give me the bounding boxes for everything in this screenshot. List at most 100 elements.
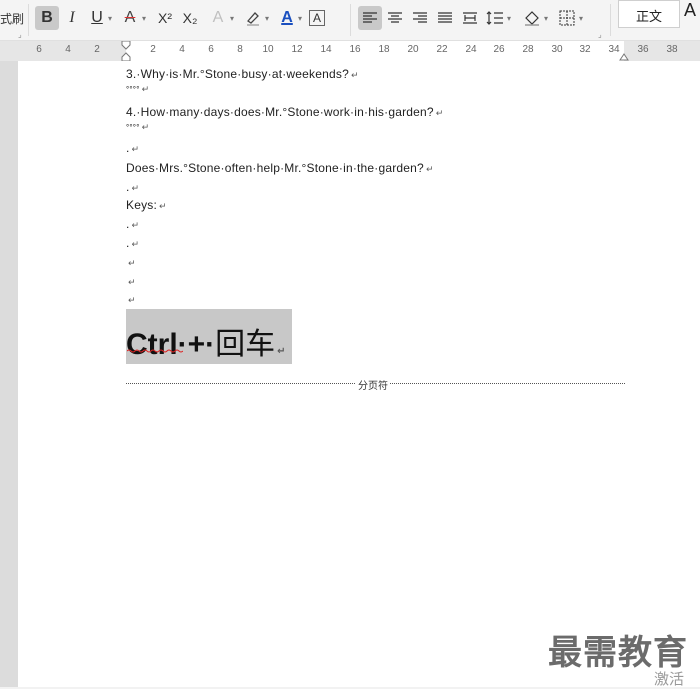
align-left-icon bbox=[363, 12, 377, 23]
ruler-tick: 2 bbox=[94, 44, 100, 55]
align-right-icon bbox=[413, 12, 427, 23]
doc-line[interactable]: ↵ bbox=[126, 274, 136, 288]
line-text: 4.·How·many·days·does·Mr.°Stone·work·in·… bbox=[126, 105, 434, 119]
italic-button[interactable]: I bbox=[60, 6, 84, 30]
doc-line[interactable]: . ↵ bbox=[126, 180, 139, 194]
style-heading-preview[interactable]: A bbox=[684, 0, 700, 28]
doc-line[interactable]: 4.·How·many·days·does·Mr.°Stone·work·in·… bbox=[126, 105, 444, 119]
doc-line[interactable]: ↵ bbox=[126, 292, 136, 306]
paragraph-mark: ↵ bbox=[128, 258, 136, 268]
doc-line[interactable]: 3.·Why·is·Mr.°Stone·busy·at·weekends? ↵ bbox=[126, 67, 359, 81]
align-right-button[interactable] bbox=[408, 6, 432, 30]
page-break-label: 分页符 bbox=[356, 377, 390, 392]
line-spacing-button[interactable] bbox=[483, 6, 507, 30]
paragraph-mark: ↵ bbox=[159, 201, 167, 211]
doc-line[interactable]: ↵ bbox=[126, 255, 136, 269]
page-break[interactable]: 分页符 bbox=[126, 377, 625, 392]
borders-icon bbox=[559, 10, 575, 26]
document-page[interactable]: 3.·Why·is·Mr.°Stone·busy·at·weekends? ↵ °… bbox=[18, 61, 700, 687]
justify-button[interactable] bbox=[433, 6, 457, 30]
ruler-tick: 28 bbox=[522, 44, 534, 55]
line-text: . bbox=[126, 180, 130, 194]
line-text: . bbox=[126, 141, 130, 155]
ruler-tick: 38 bbox=[666, 44, 678, 55]
underline-dropdown-icon[interactable]: ▾ bbox=[108, 14, 112, 23]
first-line-indent-marker[interactable] bbox=[121, 41, 131, 61]
subscript-button[interactable]: X₂ bbox=[178, 6, 202, 30]
horizontal-ruler[interactable]: 6 4 2 2 4 6 8 10 12 14 16 18 20 22 24 26… bbox=[0, 41, 700, 61]
paragraph-mark: ↵ bbox=[435, 108, 444, 118]
superscript-button[interactable]: X² bbox=[153, 6, 177, 30]
ruler-tick: 22 bbox=[436, 44, 448, 55]
borders-button[interactable] bbox=[555, 6, 579, 30]
line-text: 3.·Why·is·Mr.°Stone·busy·at·weekends? bbox=[126, 67, 349, 81]
formatting-toolbar: 式刷 ⌟ B I U ▾ A ▾ X² X₂ A ▾ ▾ A ▾ A ▾ ▾ ▾… bbox=[0, 0, 700, 41]
ruler-tick: 36 bbox=[637, 44, 649, 55]
enter-key-cn: 回车 bbox=[215, 327, 276, 362]
align-left-button[interactable] bbox=[358, 6, 382, 30]
ruler-tick: 14 bbox=[320, 44, 332, 55]
shading-dropdown-icon[interactable]: ▾ bbox=[544, 14, 548, 23]
distributed-button[interactable] bbox=[458, 6, 482, 30]
doc-line[interactable]: . ↵ bbox=[126, 217, 139, 231]
line-text: Does·Mrs.°Stone·often·help·Mr.°Stone·in·… bbox=[126, 161, 424, 175]
brand-watermark: 最需教育 bbox=[548, 633, 688, 673]
line-spacing-dropdown-icon[interactable]: ▾ bbox=[507, 14, 511, 23]
highlight-button[interactable] bbox=[241, 6, 265, 30]
corner-marker: ⌟ bbox=[18, 30, 22, 39]
character-border-button[interactable]: A bbox=[309, 10, 325, 26]
selected-text-highlight[interactable]: Ctrl·+·回车 ↵ bbox=[126, 309, 292, 364]
ruler-tick: 6 bbox=[208, 44, 214, 55]
ruler-tick: 20 bbox=[407, 44, 419, 55]
text-effect-button[interactable]: A bbox=[206, 6, 230, 30]
align-center-icon bbox=[388, 12, 402, 23]
paragraph-mark: ↵ bbox=[131, 144, 140, 154]
ruler-tick: 6 bbox=[36, 44, 42, 55]
text-effect-dropdown-icon[interactable]: ▾ bbox=[230, 14, 234, 23]
paragraph-mark: ↵ bbox=[131, 239, 140, 249]
highlighter-icon bbox=[247, 12, 259, 26]
paragraph-mark: ↵ bbox=[350, 70, 359, 80]
paragraph-mark: ↵ bbox=[141, 122, 150, 132]
ctrl-word: Ctrl bbox=[126, 328, 178, 361]
font-color-dropdown-icon[interactable]: ▾ bbox=[298, 14, 302, 23]
strikethrough-dropdown-icon[interactable]: ▾ bbox=[142, 14, 146, 23]
borders-dropdown-icon[interactable]: ▾ bbox=[579, 14, 583, 23]
strikethrough-button[interactable]: A bbox=[118, 6, 142, 30]
line-text: . bbox=[126, 217, 130, 231]
ruler-tick: 10 bbox=[262, 44, 274, 55]
line-text: °°°° bbox=[126, 85, 140, 94]
line-text: Keys: bbox=[126, 198, 158, 212]
toolbar-separator bbox=[610, 4, 611, 36]
ruler-tick: 4 bbox=[179, 44, 185, 55]
paint-bucket-icon bbox=[525, 11, 539, 26]
doc-line[interactable]: °°°° ↵ bbox=[126, 122, 149, 133]
ruler-tick: 4 bbox=[65, 44, 71, 55]
ruler-tick: 2 bbox=[150, 44, 156, 55]
doc-line[interactable]: . ↵ bbox=[126, 236, 139, 250]
doc-line[interactable]: Does·Mrs.°Stone·often·help·Mr.°Stone·in·… bbox=[126, 161, 434, 175]
activate-watermark: 激活 bbox=[654, 670, 685, 688]
doc-line[interactable]: °°°° ↵ bbox=[126, 84, 149, 95]
corner-marker: ⌟ bbox=[598, 30, 602, 39]
paragraph-mark: ↵ bbox=[277, 346, 286, 357]
bold-button[interactable]: B bbox=[35, 6, 59, 30]
underline-button[interactable]: U bbox=[85, 6, 109, 30]
ruler-tick: 26 bbox=[493, 44, 505, 55]
style-normal[interactable]: 正文 bbox=[618, 0, 680, 28]
align-center-button[interactable] bbox=[383, 6, 407, 30]
doc-line[interactable]: Keys: ↵ bbox=[126, 198, 167, 212]
line-text: . bbox=[126, 236, 130, 250]
paragraph-mark: ↵ bbox=[131, 220, 140, 230]
font-color-button[interactable]: A bbox=[275, 6, 299, 30]
format-painter-label[interactable]: 式刷 bbox=[0, 10, 24, 27]
shortcut-text: Ctrl·+·回车 ↵ bbox=[126, 319, 286, 363]
right-indent-marker[interactable] bbox=[619, 49, 629, 61]
justify-icon bbox=[438, 12, 452, 23]
doc-line[interactable]: . ↵ bbox=[126, 141, 139, 155]
highlight-dropdown-icon[interactable]: ▾ bbox=[265, 14, 269, 23]
shading-button[interactable] bbox=[520, 6, 544, 30]
ruler-tick: 18 bbox=[378, 44, 390, 55]
paragraph-mark: ↵ bbox=[425, 164, 434, 174]
toolbar-separator bbox=[28, 4, 29, 36]
